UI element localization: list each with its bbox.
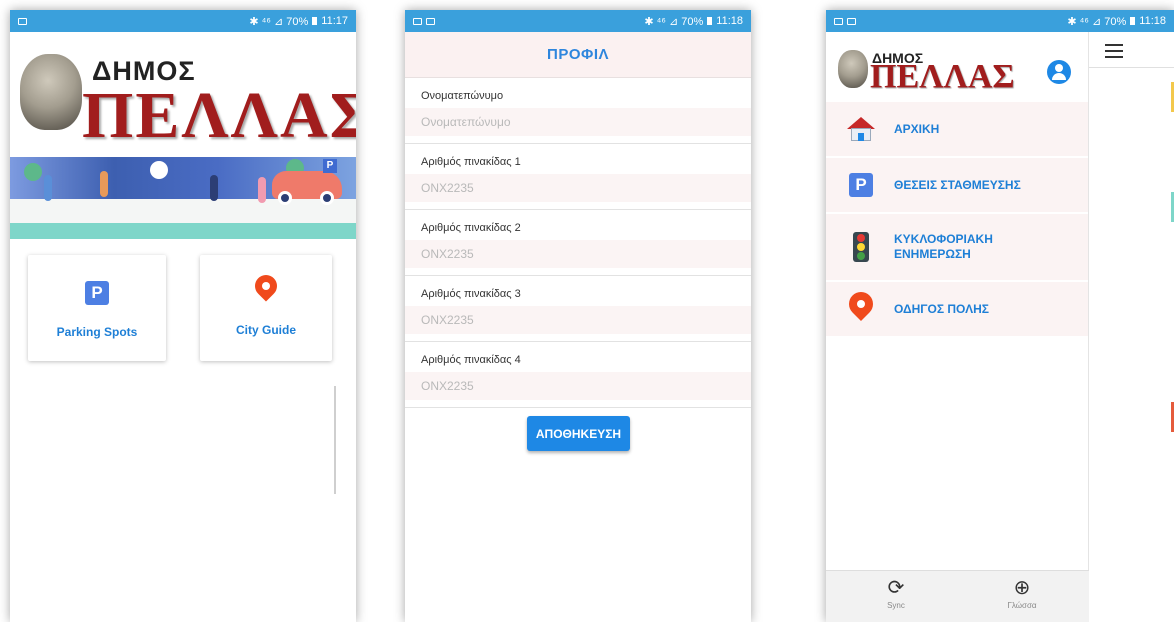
field-label: Αριθμός πινακίδας 1: [421, 156, 521, 168]
field-label: Αριθμός πινακίδας 4: [421, 354, 521, 366]
mail-icon: [426, 17, 435, 25]
menu-item-home[interactable]: ΑΡΧΙΚΗ: [826, 102, 1088, 158]
plate-3-field: Αριθμός πινακίδας 3: [405, 276, 751, 342]
language-label: Γλώσσα: [1007, 601, 1037, 610]
status-time: 11:18: [716, 15, 743, 27]
status-bar: ✱ ⁴⁶ ⊿ 70% 11:18: [826, 10, 1174, 32]
battery-icon: [707, 17, 713, 25]
parking-sign-icon: P: [323, 159, 337, 173]
battery-icon: [1130, 17, 1136, 25]
page-title: ΠΡΟΦΙΛ: [405, 32, 751, 78]
plate-1-input[interactable]: [405, 174, 751, 202]
city-illustration-banner: P: [10, 157, 356, 239]
parking-icon: P: [85, 281, 109, 305]
status-bar: ✱ ⁴⁶ ⊿ 70% 11:18: [405, 10, 751, 32]
globe-icon: ⊕: [1013, 577, 1031, 599]
home-icon: [847, 117, 875, 141]
municipality-logo: ΔΗΜΟΣ ΠΕΛΛΑΣ: [10, 32, 356, 157]
status-indicators: ✱ ⁴⁶ ⊿ 70%: [1067, 15, 1127, 28]
city-guide-label: City Guide: [235, 323, 296, 337]
language-button[interactable]: ⊕ Γλώσσα: [992, 577, 1052, 610]
menu-screen: ✱ ⁴⁶ ⊿ 70% 11:18 ΔΗΜΟΣ ΠΕΛΛΑΣ ΑΡΧΙΚΗ P Θ…: [826, 10, 1174, 622]
menu-item-city-guide[interactable]: ΟΔΗΓΟΣ ΠΟΛΗΣ: [826, 282, 1088, 338]
field-label: Ονοματεπώνυμο: [421, 90, 504, 102]
traffic-light-icon: [853, 232, 869, 262]
sync-label: Sync: [887, 601, 905, 610]
location-pin-icon: [250, 270, 282, 307]
menu-icon[interactable]: [1105, 44, 1123, 58]
sync-icon: ⟳: [887, 577, 905, 599]
field-label: Αριθμός πινακίδας 2: [421, 222, 521, 234]
location-pin-icon: [844, 287, 878, 326]
home-cards: P Parking Spots City Guide: [10, 239, 356, 619]
full-name-input[interactable]: [405, 108, 751, 136]
city-guide-card[interactable]: City Guide: [200, 255, 332, 361]
bust-statue-icon: [838, 50, 868, 88]
bust-statue-icon: [20, 54, 82, 130]
menu-item-label: ΑΡΧΙΚΗ: [894, 121, 940, 136]
profile-screen: ✱ ⁴⁶ ⊿ 70% 11:18 ΠΡΟΦΙΛ Ονοματεπώνυμο Αρ…: [405, 10, 751, 622]
user-profile-icon[interactable]: [1047, 60, 1071, 84]
parking-icon: P: [849, 173, 873, 197]
plate-3-input[interactable]: [405, 306, 751, 334]
menu-item-label: ΚΥΚΛΟΦΟΡΙΑΚΗ ΕΝΗΜΕΡΩΣΗ: [894, 232, 993, 261]
navigation-drawer: ΔΗΜΟΣ ΠΕΛΛΑΣ ΑΡΧΙΚΗ P ΘΕΣΕΙΣ ΣΤΑΘΜΕΥΣΗΣ …: [826, 32, 1089, 622]
parking-spots-card[interactable]: P Parking Spots: [28, 255, 166, 361]
home-screen: ✱ ⁴⁶ ⊿ 70% 11:17 ΔΗΜΟΣ ΠΕΛΛΑΣ P P Parkin…: [10, 10, 356, 622]
plate-2-field: Αριθμός πινακίδας 2: [405, 210, 751, 276]
plate-1-field: Αριθμός πινακίδας 1: [405, 144, 751, 210]
underlying-content: [1089, 32, 1174, 622]
logo-title-big: ΠΕΛΛΑΣ: [870, 58, 1015, 95]
parking-spots-label: Parking Spots: [56, 325, 138, 339]
plate-4-input[interactable]: [405, 372, 751, 400]
status-time: 11:18: [1139, 15, 1166, 27]
menu-item-parking[interactable]: P ΘΕΣΕΙΣ ΣΤΑΘΜΕΥΣΗΣ: [826, 158, 1088, 214]
battery-icon: [312, 17, 318, 25]
plate-4-field: Αριθμός πινακίδας 4: [405, 342, 751, 408]
menu-item-label: ΟΔΗΓΟΣ ΠΟΛΗΣ: [894, 301, 989, 316]
status-bar: ✱ ⁴⁶ ⊿ 70% 11:17: [10, 10, 356, 32]
image-icon: [413, 17, 422, 25]
drawer-header: ΔΗΜΟΣ ΠΕΛΛΑΣ: [826, 32, 1088, 102]
drawer-footer: ⟳ Sync ⊕ Γλώσσα: [826, 570, 1089, 622]
save-button[interactable]: ΑΠΟΘΗΚΕΥΣΗ: [527, 416, 630, 451]
sync-button[interactable]: ⟳ Sync: [866, 577, 926, 610]
full-name-field: Ονοματεπώνυμο: [405, 78, 751, 144]
status-indicators: ✱ ⁴⁶ ⊿ 70%: [644, 15, 704, 28]
field-label: Αριθμός πινακίδας 3: [421, 288, 521, 300]
status-indicators: ✱ ⁴⁶ ⊿ 70%: [249, 15, 309, 28]
image-icon: [834, 17, 843, 25]
logo-title-big: ΠΕΛΛΑΣ: [82, 79, 356, 152]
mail-icon: [847, 17, 856, 25]
menu-item-label: ΘΕΣΕΙΣ ΣΤΑΘΜΕΥΣΗΣ: [894, 177, 1021, 192]
app-toolbar: [1089, 32, 1174, 68]
scrollbar[interactable]: [334, 386, 336, 494]
plate-2-input[interactable]: [405, 240, 751, 268]
notification-icon: [18, 17, 27, 25]
status-time: 11:17: [321, 15, 348, 27]
menu-item-traffic[interactable]: ΚΥΚΛΟΦΟΡΙΑΚΗ ΕΝΗΜΕΡΩΣΗ: [826, 214, 1088, 282]
